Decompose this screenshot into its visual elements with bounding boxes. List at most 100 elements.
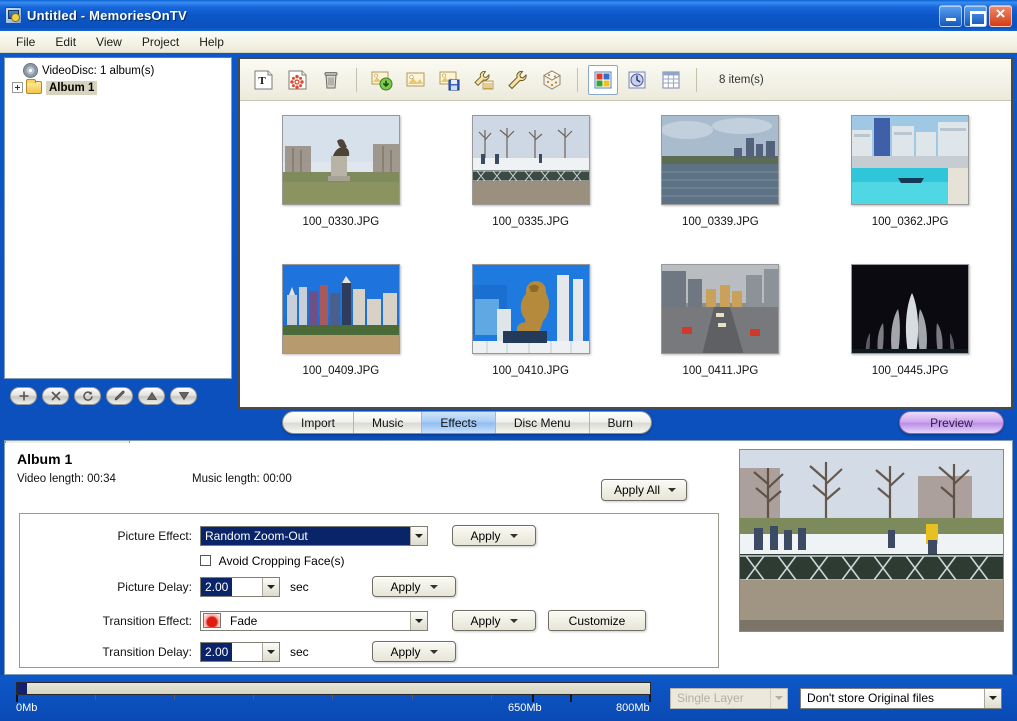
save-photos-button[interactable] [435,65,465,95]
thumbnail-label: 100_0339.JPG [682,216,759,228]
delete-button[interactable] [316,65,346,95]
thumbnail-image[interactable] [661,115,779,205]
add-album-button[interactable] [10,387,37,405]
tab-music[interactable]: Music [354,412,422,433]
checkbox-icon[interactable] [200,555,211,566]
view-details-button[interactable] [656,65,686,95]
avoid-cropping-row: Avoid Cropping Face(s) [20,550,718,572]
disc-layer-select[interactable]: Single Layer [670,688,788,709]
refresh-button[interactable] [74,387,101,405]
picture-delay-select[interactable]: 2.00 [200,577,280,597]
apply-picture-delay-button[interactable]: Apply [372,576,456,597]
thumbnail-image[interactable] [472,115,590,205]
randomize-button[interactable] [537,65,567,95]
effect-preview-image[interactable] [739,449,1004,632]
original-files-select[interactable]: Don't store Original files [800,688,1002,709]
apply-label: Apply [470,529,500,543]
photo-tools-button[interactable] [469,65,499,95]
chevron-down-icon[interactable] [770,689,787,708]
avoid-cropping-checkbox[interactable]: Avoid Cropping Face(s) [200,554,345,568]
menu-file[interactable]: File [6,33,45,51]
view-thumbnails-button[interactable] [588,65,618,95]
apply-all-button[interactable]: Apply All [601,479,687,501]
apply-transition-delay-button[interactable]: Apply [372,641,456,662]
add-effect-button[interactable] [282,65,312,95]
picture-delay-row: Picture Delay: 2.00 sec Apply [20,572,718,601]
fade-effect-icon [203,613,221,628]
apply-all-label: Apply All [614,483,660,497]
thumbnail-image[interactable] [282,264,400,354]
move-up-button[interactable] [138,387,165,405]
thumbnail-image[interactable] [472,264,590,354]
tree-item-album-1[interactable]: Album 1 [9,79,229,96]
thumbnail-cell[interactable]: 100_0445.JPG [815,258,1005,407]
music-length-label: Music length: 00:00 [192,473,292,485]
picture-effect-select[interactable]: Random Zoom-Out [200,526,428,546]
thumbnail-cell[interactable]: 100_0362.JPG [815,109,1005,258]
tab-disc-menu[interactable]: Disc Menu [496,412,590,433]
avoid-cropping-label: Avoid Cropping Face(s) [219,554,345,568]
chevron-down-icon[interactable] [410,612,427,630]
thumbnail-cell[interactable]: 100_0335.JPG [436,109,626,258]
album-tree-panel[interactable]: VideoDisc: 1 album(s) Album 1 [4,57,232,379]
minimize-button[interactable] [939,5,962,27]
chevron-down-icon[interactable] [410,527,427,545]
thumbnail-image[interactable] [851,264,969,354]
thumbnail-cell[interactable]: 100_0330.JPG [246,109,436,258]
tab-import[interactable]: Import [283,412,354,433]
transition-effect-row: Transition Effect: Fade Apply Customize [20,606,718,635]
tree-root-row[interactable]: VideoDisc: 1 album(s) [9,62,229,79]
tab-burn[interactable]: Burn [590,412,651,433]
view-timeline-button[interactable] [622,65,652,95]
folder-icon [26,81,42,94]
move-down-button[interactable] [170,387,197,405]
transition-delay-row: Transition Delay: 2.00 sec Apply [20,637,718,666]
open-photos-button[interactable] [401,65,431,95]
close-button[interactable] [989,5,1012,27]
rename-button[interactable] [106,387,133,405]
effects-panel: ▽ hide Album 1 Video length: 00:34 Music… [4,440,1013,675]
apply-picture-effect-button[interactable]: Apply [452,525,536,546]
settings-wrench-button[interactable] [503,65,533,95]
apply-transition-effect-button[interactable]: Apply [452,610,536,631]
add-photos-button[interactable] [367,65,397,95]
remove-album-button[interactable] [42,387,69,405]
thumbnail-cell[interactable]: 100_0411.JPG [626,258,816,407]
tab-effects[interactable]: Effects [422,412,495,433]
app-icon [5,7,22,24]
thumbnail-image[interactable] [282,115,400,205]
customize-button[interactable]: Customize [548,610,646,631]
maximize-button[interactable] [964,5,987,27]
menu-help[interactable]: Help [189,33,234,51]
thumbnail-image[interactable] [851,115,969,205]
chevron-down-icon[interactable] [262,643,279,661]
transition-delay-select[interactable]: 2.00 [200,642,280,662]
chevron-down-icon[interactable] [262,578,279,596]
tree-root-label: VideoDisc: 1 album(s) [42,65,154,77]
chevron-down-icon[interactable] [984,689,1001,708]
thumbnail-grid: 100_0330.JPG [240,101,1011,407]
menu-edit[interactable]: Edit [45,33,86,51]
toolbar-divider-2 [577,68,578,92]
preview-button[interactable]: Preview [899,411,1004,434]
album-tree-column: VideoDisc: 1 album(s) Album 1 [4,57,232,409]
picture-effect-value: Random Zoom-Out [201,527,410,545]
add-text-button[interactable]: T [248,65,278,95]
media-panel: T [238,57,1013,409]
media-toolbar: T [240,59,1011,101]
thumbnail-image[interactable] [661,264,779,354]
expander-icon[interactable] [12,82,23,93]
workflow-tabs: Import Music Effects Disc Menu Burn [282,411,652,434]
menu-project[interactable]: Project [132,33,189,51]
transition-delay-value: 2.00 [201,643,232,661]
thumbnail-cell[interactable]: 100_0339.JPG [626,109,816,258]
effects-form: Picture Effect: Random Zoom-Out Apply [19,513,719,668]
window-controls [939,5,1014,27]
chevron-down-icon [510,534,518,538]
album-tree-toolbar [4,379,232,409]
thumbnail-cell[interactable]: 100_0410.JPG [436,258,626,407]
title-bar: Untitled - MemoriesOnTV [0,0,1017,31]
thumbnail-cell[interactable]: 100_0409.JPG [246,258,436,407]
menu-view[interactable]: View [86,33,132,51]
transition-effect-select[interactable]: Fade [200,611,428,631]
